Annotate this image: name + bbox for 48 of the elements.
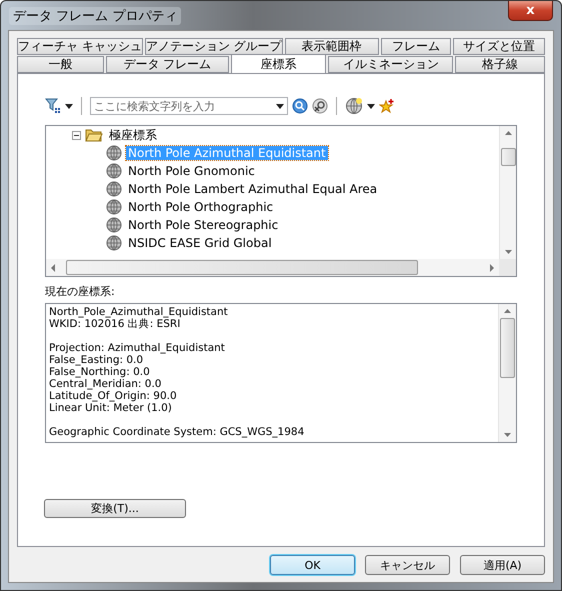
search-field[interactable]: ここに検索文字列を入力 <box>90 97 288 115</box>
tree-item[interactable]: North Pole Stereographic <box>126 218 280 232</box>
dropdown-arrow-icon[interactable] <box>65 104 73 108</box>
globe-icon <box>106 199 122 215</box>
transform-button[interactable]: 変換(T)... <box>44 499 186 518</box>
tree-item[interactable]: North Pole Lambert Azimuthal Equal Area <box>126 182 380 196</box>
close-button[interactable]: x <box>508 1 553 21</box>
current-system-label: 現在の座標系: <box>45 284 116 299</box>
scroll-thumb[interactable] <box>500 148 516 166</box>
clear-search-icon[interactable] <box>312 98 328 114</box>
dialog-button[interactable]: OK <box>270 555 355 575</box>
globe-icon <box>106 181 122 197</box>
add-favorite-icon[interactable] <box>379 98 395 114</box>
tab[interactable]: 座標系 <box>230 54 326 73</box>
scrollbar-corner <box>499 259 516 276</box>
globe-icon <box>106 235 122 251</box>
tab[interactable]: データ フレーム <box>106 56 229 73</box>
scroll-thumb[interactable] <box>66 260 418 275</box>
tab[interactable]: フィーチャ キャッシュ <box>17 38 143 55</box>
tree-item[interactable]: 極座標系 <box>107 126 159 144</box>
collapse-icon[interactable] <box>72 130 81 140</box>
tree-item[interactable]: North Pole Gnomonic <box>126 164 257 178</box>
coordinate-system-details: North_Pole_Azimuthal_Equidistant WKID: 102016 出典: ESRI Projection: Azimuthal_Equidistant False_Easting: 0.0 False_Northing: 0.0 Central_Meridian: 0.0 Latitude_Of_Origin: 90.0 Linear Unit: Meter (1.0) Geographic Coordinate System: GCS_WGS_1984 <box>48 305 306 440</box>
tab[interactable]: フレーム <box>380 38 451 55</box>
scroll-thumb[interactable] <box>500 318 515 378</box>
tab[interactable]: 一般 <box>17 56 104 73</box>
tab[interactable]: サイズと位置 <box>452 38 546 55</box>
dialog-button[interactable]: キャンセル <box>365 555 450 575</box>
window-title: データ フレーム プロパティ <box>9 7 182 25</box>
dialog-button[interactable]: 適用(A) <box>460 555 545 575</box>
vertical-scrollbar[interactable] <box>499 126 516 259</box>
tree-item[interactable]: North Pole Orthographic <box>126 200 276 214</box>
search-icon[interactable] <box>292 98 308 114</box>
dropdown-arrow-icon[interactable] <box>367 104 375 108</box>
tab[interactable]: イルミネーション <box>328 56 454 73</box>
tab[interactable]: 格子線 <box>455 56 545 73</box>
tab[interactable]: アノテーション グループ <box>144 38 283 55</box>
vertical-scrollbar[interactable] <box>498 304 516 442</box>
tab[interactable]: 表示範囲枠 <box>284 38 379 55</box>
horizontal-scrollbar[interactable] <box>46 259 499 276</box>
globe-icon <box>106 145 122 161</box>
dropdown-arrow-icon[interactable] <box>276 104 284 108</box>
filter-icon[interactable] <box>45 98 61 114</box>
folder-icon <box>85 128 103 142</box>
tree-item[interactable]: NSIDC EASE Grid Global <box>126 236 274 250</box>
globe-icon <box>106 217 122 233</box>
globe-icon[interactable] <box>345 97 363 115</box>
globe-icon <box>106 163 122 179</box>
